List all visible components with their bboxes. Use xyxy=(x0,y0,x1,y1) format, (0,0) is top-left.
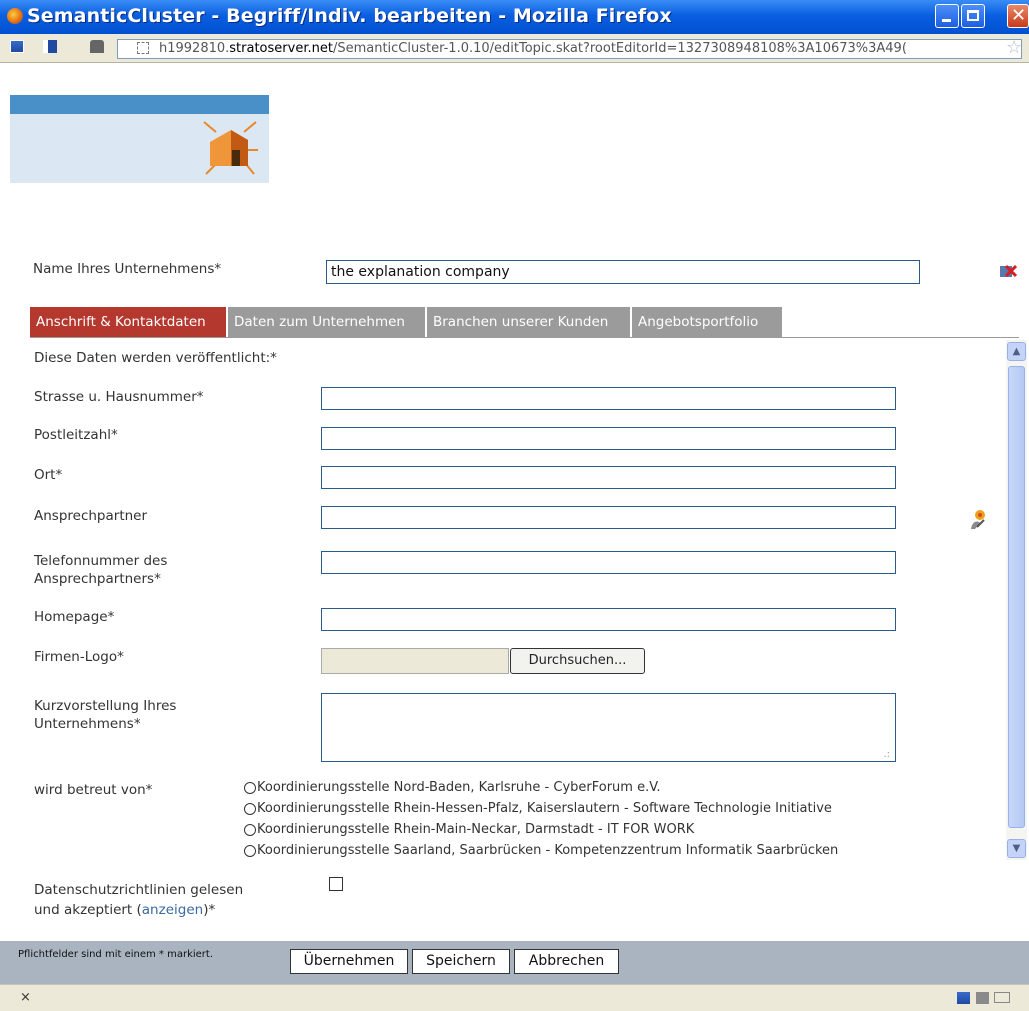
zip-label: Postleitzahl* xyxy=(34,427,118,443)
radio-rhein-hessen-pfalz[interactable] xyxy=(244,803,256,815)
scroll-up-button[interactable]: ▲ xyxy=(1007,342,1026,361)
window-icon[interactable] xyxy=(10,40,24,53)
tab-offer-portfolio[interactable]: Angebotsportfolio xyxy=(632,307,782,337)
intro-textarea[interactable]: .: xyxy=(321,693,896,762)
radio-saarland[interactable] xyxy=(244,845,256,857)
delete-icon[interactable] xyxy=(998,262,1018,280)
cancel-button[interactable]: Abbrechen xyxy=(514,949,619,974)
privacy-link[interactable]: anzeigen xyxy=(142,902,203,918)
mail-icon[interactable] xyxy=(994,992,1010,1003)
header-strip xyxy=(10,95,269,114)
sidebar-icon[interactable] xyxy=(43,40,57,53)
browse-button[interactable]: Durchsuchen... xyxy=(510,648,645,674)
option-rhein-hessen-pfalz: Koordinierungsstelle Rhein-Hessen-Pfalz,… xyxy=(257,801,832,816)
city-input[interactable] xyxy=(321,466,896,489)
close-window-button[interactable]: ✕ xyxy=(1007,4,1029,28)
addon-status-icon[interactable] xyxy=(976,992,989,1004)
minimize-button[interactable] xyxy=(935,4,959,28)
logo-file-field[interactable] xyxy=(321,648,509,674)
home-icon[interactable] xyxy=(90,40,104,53)
tab-address-contact[interactable]: Anschrift & Kontaktdaten xyxy=(30,307,226,337)
tab-company-data[interactable]: Daten zum Unternehmen xyxy=(228,307,425,337)
maximize-button[interactable] xyxy=(961,4,985,28)
company-name-label: Name Ihres Unternehmens* xyxy=(33,261,222,277)
contact-label: Ansprechpartner xyxy=(34,508,148,524)
resize-grip-icon[interactable]: .: xyxy=(883,749,890,760)
apply-button[interactable]: Übernehmen xyxy=(290,949,408,974)
homepage-label: Homepage* xyxy=(34,609,115,625)
supervised-label: wird betreut von* xyxy=(34,782,153,798)
close-statusbar-icon[interactable]: × xyxy=(20,990,31,1005)
tab-customer-industries[interactable]: Branchen unserer Kunden xyxy=(427,307,630,337)
phone-label: Telefonnummer des Ansprechpartners* xyxy=(34,553,168,587)
street-label: Strasse u. Hausnummer* xyxy=(34,389,204,405)
homepage-input[interactable] xyxy=(321,608,896,631)
privacy-label: Datenschutzrichtlinien gelesen und akzep… xyxy=(34,882,244,918)
option-nord-baden: Koordinierungsstelle Nord-Baden, Karlsru… xyxy=(257,780,661,795)
option-saarland: Koordinierungsstelle Saarland, Saarbrück… xyxy=(257,843,839,858)
browser-status-bar xyxy=(0,984,1029,1011)
city-label: Ort* xyxy=(34,467,63,483)
radio-rhein-main-neckar[interactable] xyxy=(244,824,256,836)
bookmark-star-icon[interactable]: ☆ xyxy=(1006,39,1022,57)
option-rhein-main-neckar: Koordinierungsstelle Rhein-Main-Neckar, … xyxy=(257,822,695,837)
window-status-icon[interactable] xyxy=(957,992,970,1004)
publish-notice: Diese Daten werden veröffentlicht:* xyxy=(34,350,277,366)
window-title: SemanticCluster - Begriff/Indiv. bearbei… xyxy=(27,5,672,27)
house-icon xyxy=(202,120,260,176)
radio-nord-baden[interactable] xyxy=(244,782,256,794)
contact-person-icon[interactable] xyxy=(968,507,992,531)
url-text: h1992810.stratoserver.net/SemanticCluste… xyxy=(159,41,907,56)
logo-label: Firmen-Logo* xyxy=(34,649,124,665)
save-button[interactable]: Speichern xyxy=(412,949,510,974)
intro-label: Kurzvorstellung Ihres Unternehmens* xyxy=(34,698,177,732)
zip-input[interactable] xyxy=(321,427,896,450)
company-name-input[interactable] xyxy=(326,260,920,284)
required-fields-note: Pflichtfelder sind mit einem * markiert. xyxy=(18,949,214,960)
firefox-icon xyxy=(7,8,23,24)
scroll-thumb[interactable] xyxy=(1008,366,1025,828)
contact-input[interactable] xyxy=(321,506,896,529)
privacy-checkbox[interactable] xyxy=(329,877,343,891)
phone-input[interactable] xyxy=(321,551,896,574)
street-input[interactable] xyxy=(321,387,896,410)
site-identity-icon[interactable] xyxy=(137,42,149,54)
tab-underline xyxy=(30,337,1019,338)
scroll-down-button[interactable]: ▼ xyxy=(1007,839,1026,858)
